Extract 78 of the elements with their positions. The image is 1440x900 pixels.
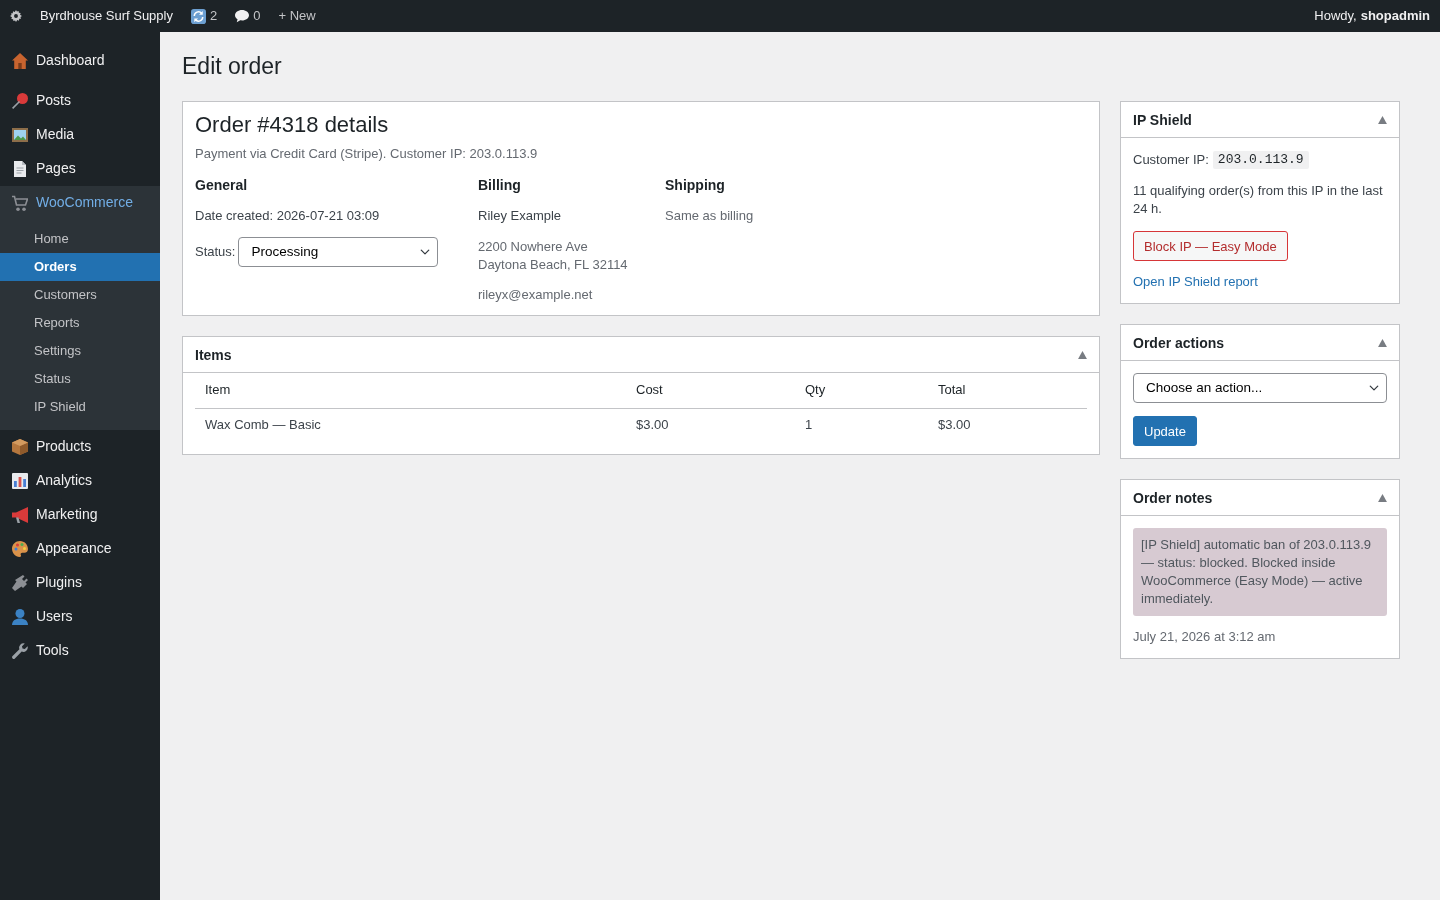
speech-bubble-icon [235, 9, 250, 23]
table-cell: Wax Comb — Basic [195, 408, 626, 442]
bar-chart-icon [12, 473, 28, 489]
submenu-item[interactable]: Orders [0, 253, 160, 281]
wrench-icon [12, 643, 28, 659]
pushpin-icon [12, 93, 28, 109]
comments-link[interactable]: 0 [235, 0, 261, 32]
submenu-item[interactable]: Reports [0, 309, 160, 337]
caret-up-icon[interactable] [1078, 350, 1087, 359]
status-select[interactable]: Processing [238, 237, 439, 267]
framed-picture-icon [12, 127, 28, 143]
caret-up-icon[interactable] [1378, 338, 1387, 347]
gear-icon[interactable] [10, 10, 22, 22]
cart-icon [12, 195, 28, 211]
column-header: Cost [626, 373, 795, 408]
user-icon [12, 609, 28, 625]
table-cell: $3.00 [928, 408, 1087, 442]
section-heading: General [195, 176, 249, 195]
sidebar-item[interactable]: Analytics [0, 464, 160, 498]
report-link[interactable]: Open IP Shield report [1133, 273, 1258, 291]
action-select[interactable]: Choose an action... [1133, 373, 1387, 404]
payment-info: Payment via Credit Card (Stripe). Customer IP: 203.0.113.9 [195, 145, 539, 163]
plug-icon [12, 575, 28, 591]
sidebar-item[interactable]: Marketing [0, 498, 160, 532]
order-title: Order #4318 details [195, 111, 390, 139]
refresh-icon [190, 8, 206, 24]
order-count-text: 11 qualifying order(s) from this IP in the last 24 h. [1133, 182, 1384, 218]
sidebar-item[interactable]: Media [0, 118, 160, 152]
palette-icon [12, 541, 28, 557]
submenu-item[interactable]: Status [0, 365, 160, 393]
panel-title: Order actions [1133, 333, 1225, 353]
sidebar-item[interactable]: Products [0, 430, 160, 464]
order-note: [IP Shield] automatic ban of 203.0.113.9 — status: blocked. Blocked inside WooCommerce (Easy Mode) — active immediately. [1133, 528, 1387, 617]
sidebar-item[interactable]: WooCommerce [0, 186, 160, 220]
shipping-note: Same as billing [665, 207, 755, 225]
account-link[interactable]: Howdy, shopadmin [1314, 0, 1430, 32]
caret-up-icon[interactable] [1378, 493, 1387, 502]
ip-address: 203.0.113.9 [1212, 151, 1309, 169]
panel-title: Order notes [1133, 488, 1213, 508]
new-content-link[interactable]: + New [278, 0, 316, 32]
panel-title: Items [195, 345, 232, 365]
address-line: Daytona Beach, FL 32114 [478, 256, 629, 274]
section-heading: Billing [478, 176, 522, 195]
page-icon [12, 161, 28, 177]
address-line: 2200 Nowhere Ave [478, 238, 589, 256]
column-header: Qty [795, 373, 928, 408]
sidebar-item[interactable]: Plugins [0, 566, 160, 600]
date-created: Date created: 2026-07-21 03:09 [195, 207, 381, 225]
column-header: Item [195, 373, 626, 408]
billing-name: Riley Example [478, 207, 563, 225]
site-name-link[interactable]: Byrdhouse Surf Supply [40, 0, 173, 32]
table-cell: $3.00 [626, 408, 795, 442]
block-ip-button[interactable]: Block IP — Easy Mode [1133, 231, 1288, 261]
caret-up-icon[interactable] [1378, 115, 1387, 124]
panel-title: IP Shield [1133, 110, 1192, 130]
billing-email: rileyx@example.net [478, 286, 594, 304]
package-icon [12, 439, 28, 455]
updates-link[interactable]: 2 [190, 0, 218, 32]
sidebar-item[interactable]: Tools [0, 634, 160, 668]
sidebar-item[interactable]: Users [0, 600, 160, 634]
megaphone-icon [12, 507, 28, 523]
customer-ip-label: Customer IP: [1133, 150, 1209, 169]
note-date: July 21, 2026 at 3:12 am [1133, 628, 1277, 647]
submenu-item[interactable]: Customers [0, 281, 160, 309]
column-header: Total [928, 373, 1087, 408]
sidebar-item[interactable]: Posts [0, 84, 160, 118]
sidebar-item[interactable]: Appearance [0, 532, 160, 566]
sidebar-item[interactable]: Dashboard [0, 44, 160, 78]
update-button[interactable]: Update [1133, 416, 1197, 447]
page-title: Edit order [182, 52, 283, 81]
status-label: Status: [195, 242, 236, 261]
house-icon [12, 53, 28, 69]
submenu-item[interactable]: Home [0, 225, 160, 253]
section-heading: Shipping [665, 176, 726, 195]
table-cell: 1 [795, 408, 928, 442]
sidebar-item[interactable]: Pages [0, 152, 160, 186]
submenu-item[interactable]: Settings [0, 337, 160, 365]
submenu-item[interactable]: IP Shield [0, 393, 160, 421]
